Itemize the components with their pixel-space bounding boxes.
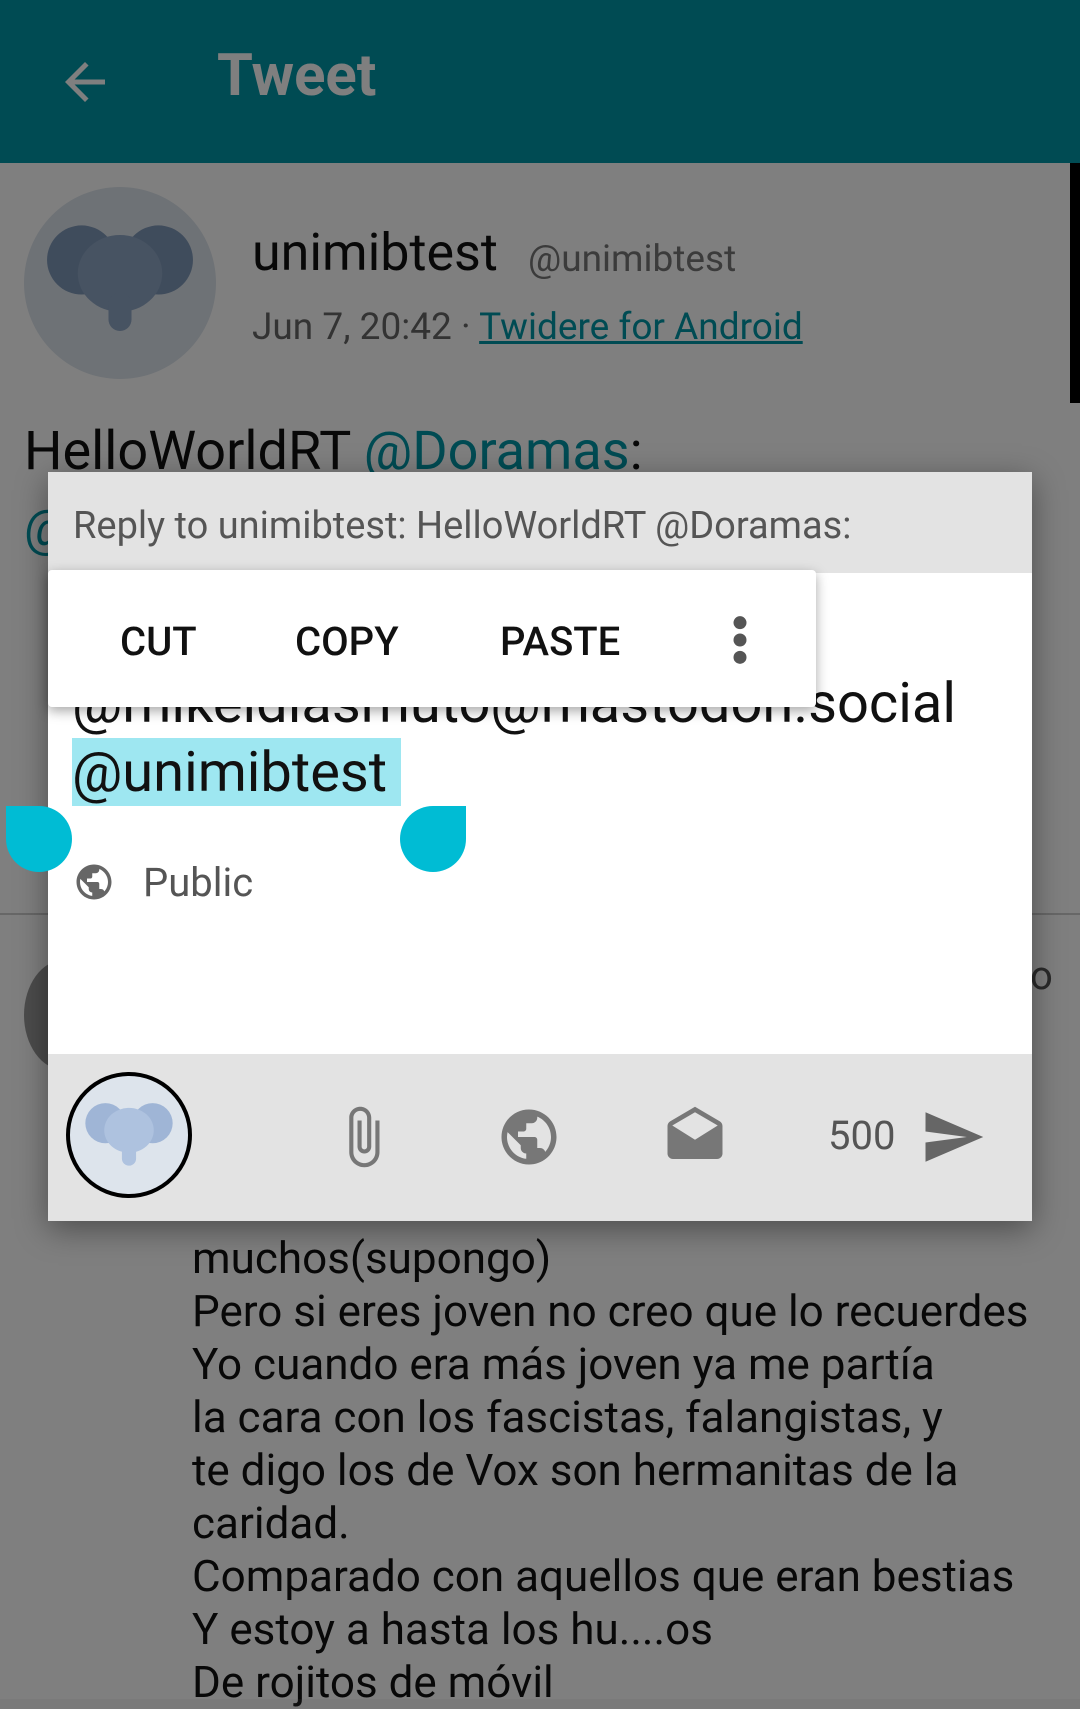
visibility-label: Public <box>143 858 254 906</box>
selection-handle-start[interactable] <box>6 806 72 872</box>
text-selection-toolbar: CUT COPY PASTE <box>48 570 816 707</box>
globe-icon[interactable] <box>496 1104 562 1170</box>
paperclip-icon[interactable] <box>330 1104 396 1170</box>
elephant-avatar-icon <box>85 1103 173 1166</box>
dialog-header: Reply to unimibtest: HelloWorldRT @Doram… <box>48 472 1032 573</box>
send-icon[interactable] <box>918 1104 988 1170</box>
char-counter: 500 <box>828 1112 896 1159</box>
visibility-selector[interactable]: Public <box>73 857 253 907</box>
paste-button[interactable]: PASTE <box>500 618 620 665</box>
scrollbar[interactable] <box>1070 163 1080 403</box>
more-vertical-icon[interactable] <box>728 614 752 666</box>
cut-button[interactable]: CUT <box>120 618 197 665</box>
account-avatar[interactable] <box>66 1072 192 1198</box>
selected-text[interactable]: @unimibtest <box>72 738 402 806</box>
reply-to-label: Reply to unimibtest: HelloWorldRT @Doram… <box>73 504 852 548</box>
selection-handle-end[interactable] <box>400 806 466 872</box>
copy-button[interactable]: COPY <box>295 618 399 665</box>
globe-icon <box>76 864 112 900</box>
mail-icon[interactable] <box>662 1104 728 1170</box>
compose-toolbar: 500 <box>48 1054 1032 1221</box>
